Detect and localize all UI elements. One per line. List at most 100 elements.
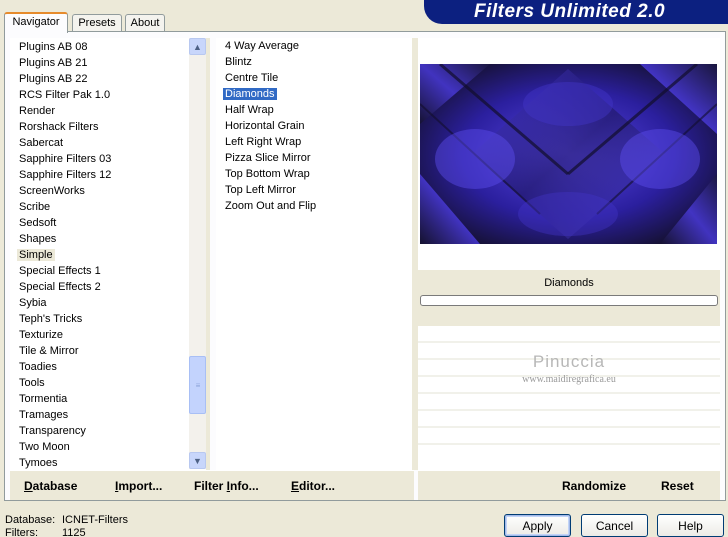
scroll-thumb[interactable]: ≡	[189, 356, 206, 414]
filter-item-label: 4 Way Average	[225, 40, 299, 52]
category-item[interactable]: Rorshack Filters	[11, 119, 205, 135]
category-item[interactable]: Sybia	[11, 295, 205, 311]
category-item-label: Sabercat	[19, 137, 64, 149]
filter-item[interactable]: Half Wrap	[216, 102, 412, 118]
filter-item[interactable]: Horizontal Grain	[216, 118, 412, 134]
category-item[interactable]: Sabercat	[11, 135, 205, 151]
filter-list[interactable]: 4 Way Average Blintz Centre Tile Diamonds Ha…	[216, 38, 412, 470]
category-item[interactable]: RCS Filter Pak 1.0	[11, 87, 205, 103]
category-item[interactable]: Plugins AB 22	[11, 71, 205, 87]
filter-item[interactable]: Blintz	[216, 54, 412, 70]
category-item[interactable]: Shapes	[11, 231, 205, 247]
category-item-label: Transparency	[19, 425, 86, 437]
category-item-label: Special Effects 2	[19, 281, 101, 293]
cancel-button[interactable]: Cancel	[581, 514, 648, 537]
category-item-label: Shapes	[19, 233, 57, 245]
category-item[interactable]: Two Moon	[11, 439, 205, 455]
category-item-label: Teph's Tricks	[19, 313, 83, 325]
filter-item-label: Half Wrap	[225, 104, 274, 116]
category-item[interactable]: Toadies	[11, 359, 205, 375]
tab-about[interactable]: About	[125, 14, 165, 32]
randomize-button[interactable]: Randomize	[562, 479, 626, 493]
category-item-label: Texturize	[19, 329, 64, 341]
filter-item[interactable]: 4 Way Average	[216, 38, 412, 54]
filter-item[interactable]: Diamonds	[216, 86, 412, 102]
category-item-label: Sapphire Filters 12	[19, 169, 112, 181]
category-item-label: Special Effects 1	[19, 265, 101, 277]
category-item-label: Plugins AB 22	[19, 73, 88, 85]
category-item[interactable]: Tymoes	[11, 455, 205, 469]
filter-item-label: Top Bottom Wrap	[225, 168, 310, 180]
filter-info-button[interactable]: Filter Info...	[194, 479, 259, 493]
category-item[interactable]: Tramages	[11, 407, 205, 423]
category-item[interactable]: Teph's Tricks	[11, 311, 205, 327]
app-title-banner: Filters Unlimited 2.0	[424, 0, 728, 24]
import-button[interactable]: Import...	[115, 479, 162, 493]
progress-bar	[420, 295, 718, 306]
category-item[interactable]: Special Effects 2	[11, 279, 205, 295]
category-item[interactable]: Sedsoft	[11, 215, 205, 231]
scroll-down-button[interactable]: ▼	[189, 452, 206, 469]
filter-item[interactable]: Left Right Wrap	[216, 134, 412, 150]
scroll-up-button[interactable]: ▲	[189, 38, 206, 55]
filter-item-label: Diamonds	[222, 87, 278, 101]
category-item-label: Render	[19, 105, 56, 117]
preview-toolbar: Randomize Reset	[418, 470, 720, 500]
category-item[interactable]: Special Effects 1	[11, 263, 205, 279]
editor-button[interactable]: Editor...	[291, 479, 335, 493]
filter-item-label: Blintz	[225, 56, 252, 68]
database-button[interactable]: Database	[24, 479, 77, 493]
filter-item[interactable]: Zoom Out and Flip	[216, 198, 412, 214]
category-item-label: Tormentia	[19, 393, 68, 405]
category-item-label: Tools	[19, 377, 45, 389]
status-database: Database: ICNET-Filters	[5, 514, 128, 526]
navigator-toolbar: Database Import... Filter Info... Editor…	[10, 470, 414, 500]
status-filters: Filters: 1125	[5, 527, 86, 537]
filter-item[interactable]: Top Bottom Wrap	[216, 166, 412, 182]
filter-item[interactable]: Centre Tile	[216, 70, 412, 86]
category-item[interactable]: ScreenWorks	[11, 183, 205, 199]
category-item-label: Toadies	[19, 361, 57, 373]
filter-name-label: Diamonds	[544, 277, 594, 289]
category-item[interactable]: Tile & Mirror	[11, 343, 205, 359]
help-button[interactable]: Help	[657, 514, 724, 537]
filter-item-label: Zoom Out and Flip	[225, 200, 317, 212]
preview-image	[420, 64, 717, 244]
watermark-title: Pinuccia	[532, 352, 606, 371]
apply-button[interactable]: Apply	[504, 514, 571, 537]
category-item[interactable]: Transparency	[11, 423, 205, 439]
filter-item[interactable]: Top Left Mirror	[216, 182, 412, 198]
filter-info-strip: Diamonds	[418, 270, 720, 326]
category-item-label: Sybia	[19, 297, 47, 309]
chevron-up-icon: ▲	[193, 41, 202, 52]
filter-item-label: Left Right Wrap	[225, 136, 302, 148]
category-item[interactable]: Sapphire Filters 12	[11, 167, 205, 183]
category-item-label: Plugins AB 08	[19, 41, 88, 53]
category-scrollbar[interactable]: ▲ ≡ ▼	[189, 38, 206, 469]
divider	[206, 38, 210, 470]
category-list[interactable]: Plugins AB 08 Plugins AB 21 Plugins AB 22 R…	[10, 38, 206, 470]
category-item-label: Tramages	[19, 409, 69, 421]
category-item[interactable]: Simple	[11, 247, 205, 263]
category-item-label: Scribe	[19, 201, 51, 213]
reset-button[interactable]: Reset	[661, 479, 694, 493]
category-item[interactable]: Tools	[11, 375, 205, 391]
filter-item-label: Pizza Slice Mirror	[225, 152, 311, 164]
category-item[interactable]: Render	[11, 103, 205, 119]
category-item[interactable]: Scribe	[11, 199, 205, 215]
grip-icon: ≡	[195, 380, 201, 390]
filter-item[interactable]: Pizza Slice Mirror	[216, 150, 412, 166]
category-item[interactable]: Texturize	[11, 327, 205, 343]
category-item[interactable]: Plugins AB 21	[11, 55, 205, 71]
category-item[interactable]: Sapphire Filters 03	[11, 151, 205, 167]
tab-presets[interactable]: Presets	[72, 14, 122, 32]
category-item-label: Rorshack Filters	[19, 121, 99, 133]
category-item-label: Sapphire Filters 03	[19, 153, 112, 165]
category-item[interactable]: Tormentia	[11, 391, 205, 407]
category-item-label: Simple	[17, 249, 55, 261]
category-item-label: Tymoes	[19, 457, 58, 469]
category-item[interactable]: Plugins AB 08	[11, 39, 205, 55]
category-item-label: Tile & Mirror	[19, 345, 79, 357]
category-item-label: Two Moon	[19, 441, 70, 453]
tab-navigator[interactable]: Navigator	[4, 12, 68, 33]
